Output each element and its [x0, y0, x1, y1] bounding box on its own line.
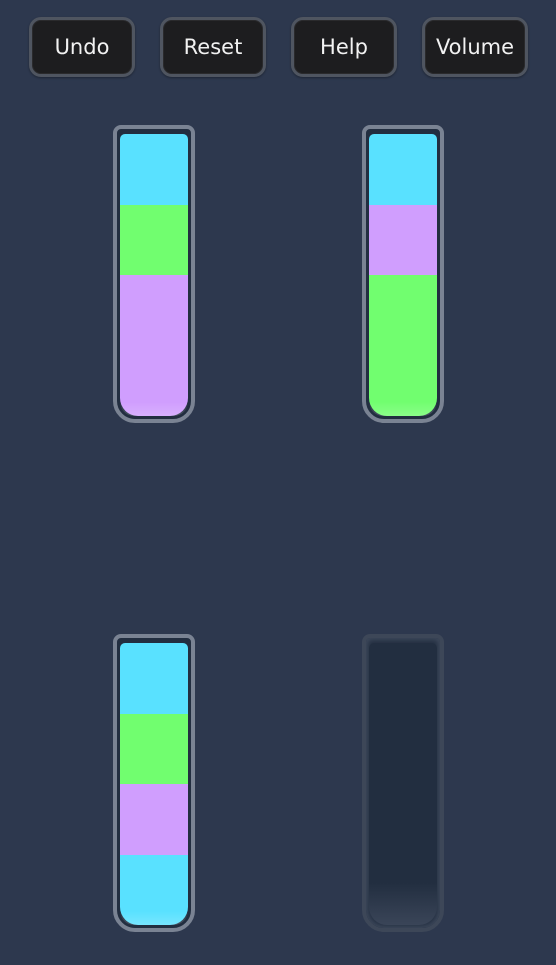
liquid-layer-green — [120, 204, 188, 275]
tube-3[interactable] — [113, 634, 195, 932]
liquid-layer-purple — [369, 204, 437, 275]
tube-liquid — [120, 643, 188, 925]
liquid-layer-cyan — [120, 134, 188, 205]
liquid-layer-purple — [120, 345, 188, 416]
liquid-layer-cyan — [120, 643, 188, 714]
tube-2[interactable] — [362, 125, 444, 423]
liquid-layer-cyan — [369, 134, 437, 205]
tube-liquid — [369, 643, 437, 925]
tube-1[interactable] — [113, 125, 195, 423]
tube-liquid — [120, 134, 188, 416]
liquid-layer-green — [369, 345, 437, 416]
reset-button[interactable]: Reset — [160, 17, 266, 77]
tube-4[interactable] — [362, 634, 444, 932]
undo-button[interactable]: Undo — [29, 17, 135, 77]
help-button[interactable]: Help — [291, 17, 397, 77]
liquid-layer-cyan — [120, 854, 188, 925]
volume-button[interactable]: Volume — [422, 17, 528, 77]
liquid-layer-purple — [120, 275, 188, 346]
tube-liquid — [369, 134, 437, 416]
game-board: Undo Reset Help Volume — [0, 0, 556, 965]
liquid-layer-green — [369, 275, 437, 346]
liquid-layer-purple — [120, 784, 188, 855]
liquid-layer-green — [120, 713, 188, 784]
toolbar: Undo Reset Help Volume — [0, 0, 556, 90]
